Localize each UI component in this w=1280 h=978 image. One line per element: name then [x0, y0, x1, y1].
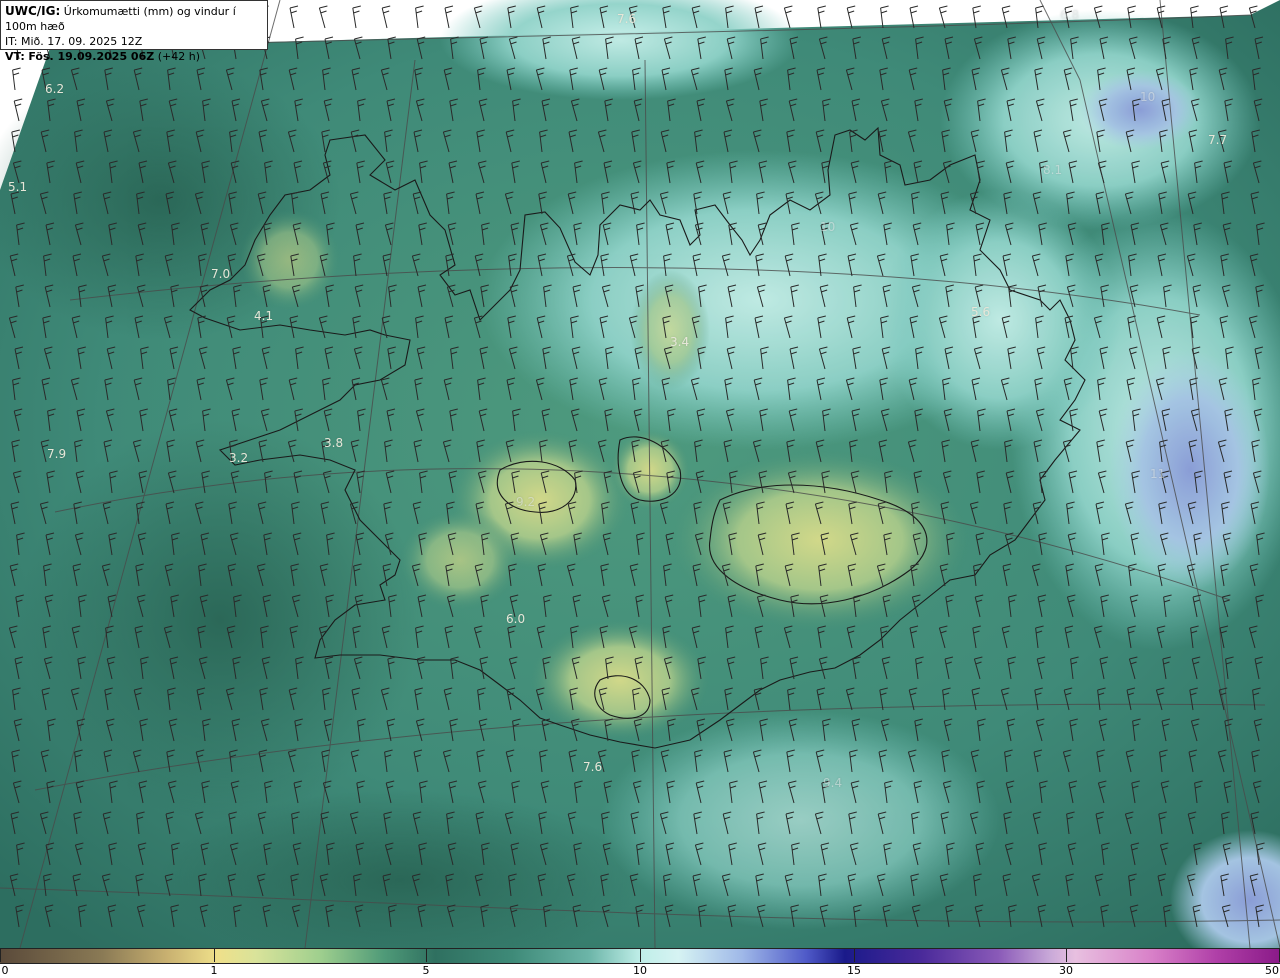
colorbar-tick-label: 1 [210, 964, 218, 977]
value-label: 10 [1140, 90, 1156, 104]
value-label: 7.6 [617, 12, 637, 26]
colorbar-tick-label: 5 [422, 964, 430, 977]
value-label: 4.1 [254, 309, 274, 323]
map-title-box: UWC/IG: Úrkomumætti (mm) og vindur í 100… [0, 0, 268, 63]
valid-time-line: VT: Fös. 19.09.2025 06Z (+42 h) [5, 49, 263, 64]
map-area[interactable]: UWC/IG: Úrkomumætti (mm) og vindur í 100… [0, 0, 1280, 948]
colorbar-tick-label: 30 [1059, 964, 1073, 977]
value-label: 10 [820, 220, 836, 234]
value-label: 3.2 [229, 451, 249, 465]
colorbar-tick-label: 15 [847, 964, 861, 977]
colorbar-tick-mark [426, 948, 427, 962]
value-label: 6.8 [1060, 8, 1080, 22]
value-label: 7.0 [211, 267, 231, 281]
value-label: 3.8 [324, 436, 344, 450]
colorbar-tick-mark [214, 948, 215, 962]
colorbar-tick-mark [0, 948, 1, 962]
valid-prefix: VT: [5, 50, 25, 63]
value-label: 6.0 [506, 612, 526, 626]
value-label: 8.1 [1043, 163, 1063, 177]
init-time: IT: Mið. 17. 09. 2025 12Z [5, 35, 143, 48]
valid-time: Fös. 19.09.2025 06Z [28, 50, 155, 63]
value-label: 9.4 [823, 776, 843, 790]
colorbar-tick-label: 10 [633, 964, 647, 977]
value-label: 7.9 [47, 447, 67, 461]
colorbar-tick-label: 50 [1265, 964, 1279, 977]
precipitation-map [0, 0, 1280, 948]
value-label: 7.6 [583, 760, 603, 774]
lead-time: (+42 h) [157, 50, 200, 63]
value-label: 3.4 [670, 335, 690, 349]
product-code: UWC/IG: [5, 4, 61, 18]
value-label: 11 [1150, 467, 1166, 481]
colorbar-tick-mark [854, 948, 855, 962]
value-label: 5.6 [971, 305, 991, 319]
value-label: 5.1 [8, 180, 28, 194]
title-line: UWC/IG: Úrkomumætti (mm) og vindur í 100… [5, 4, 263, 34]
value-label: 6.2 [45, 82, 65, 96]
value-label: 7.7 [1208, 133, 1228, 147]
colorbar-tick-label: 0 [1, 964, 9, 977]
value-label: 9.2 [516, 495, 536, 509]
colorbar-tick-mark [1066, 948, 1067, 962]
colorbar-tick-mark [640, 948, 641, 962]
